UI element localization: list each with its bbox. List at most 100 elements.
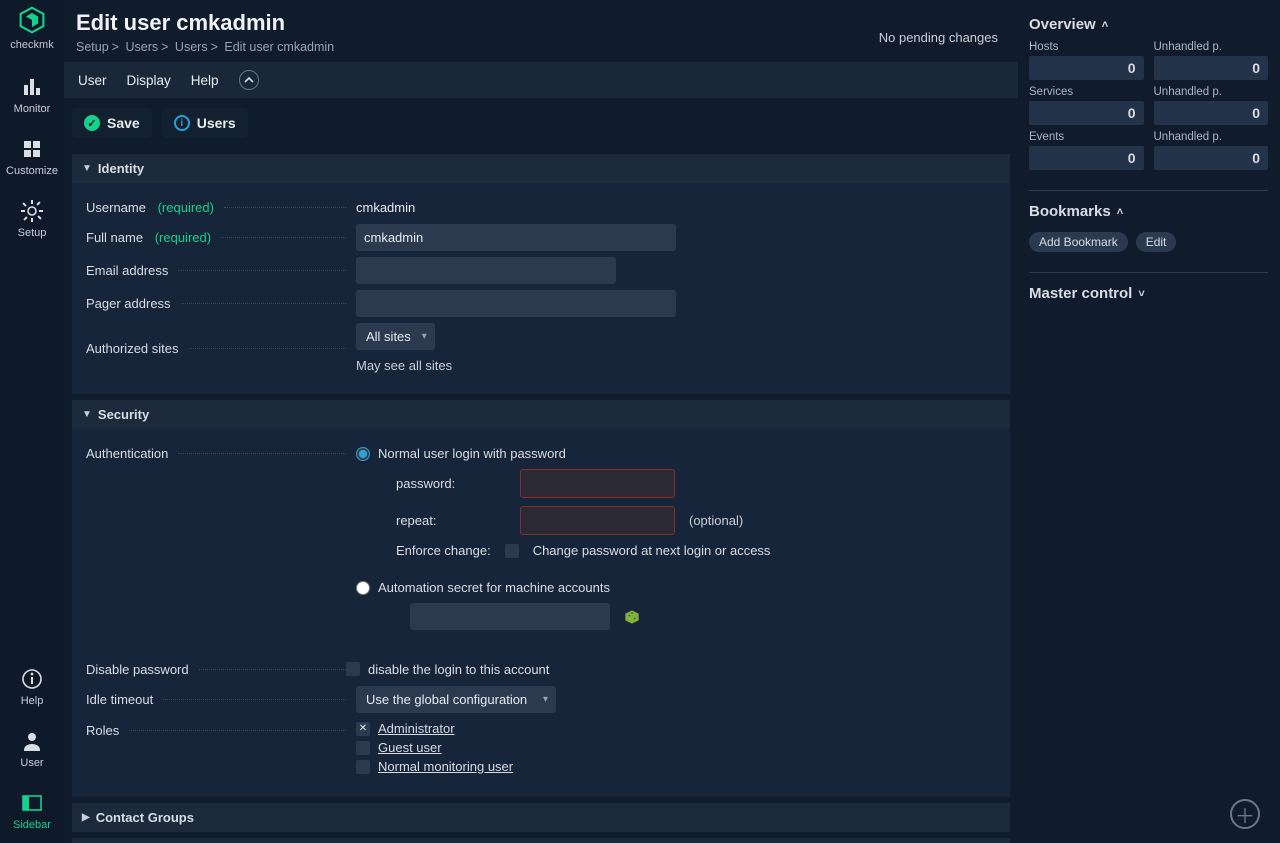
sidebar-item-monitor[interactable]: Monitor	[0, 65, 64, 127]
role-checkbox[interactable]	[356, 741, 370, 755]
overview-cell-label: Events	[1029, 131, 1144, 143]
overview-cell-value: 0	[1154, 146, 1269, 170]
save-button[interactable]: ✓ Save	[72, 108, 152, 138]
sidebar-item-setup[interactable]: Setup	[0, 189, 64, 251]
breadcrumb-item[interactable]: Users	[125, 40, 158, 54]
idle-timeout-label: Idle timeout	[86, 692, 153, 707]
role-link[interactable]: Normal monitoring user	[378, 759, 513, 774]
password-repeat-input[interactable]	[520, 506, 675, 535]
add-snapin-button[interactable]: ＋	[1230, 799, 1260, 829]
authsites-select[interactable]: All sites	[356, 323, 435, 350]
section-security-header[interactable]: ▼ Security	[72, 400, 1010, 429]
brand-logo[interactable]: checkmk	[10, 6, 53, 51]
overview-cell-value: 0	[1154, 56, 1269, 80]
role-row: Administrator	[356, 719, 996, 738]
sidebar-item-customize[interactable]: Customize	[0, 127, 64, 189]
email-label: Email address	[86, 263, 168, 278]
auth-automation-radio-input[interactable]	[356, 581, 370, 595]
overview-cell-value: 0	[1029, 56, 1144, 80]
auth-normal-radio[interactable]: Normal user login with password	[356, 442, 996, 465]
overview-cell-value: 0	[1029, 146, 1144, 170]
bookmarks-snapin-title[interactable]: Bookmarks ˄	[1029, 203, 1268, 220]
edit-bookmarks-button[interactable]: Edit	[1136, 232, 1177, 252]
role-link[interactable]: Administrator	[378, 721, 455, 736]
dice-icon[interactable]	[624, 609, 640, 625]
main-content: Edit user cmkadmin Setup> Users> Users> …	[64, 0, 1018, 843]
pager-input[interactable]	[356, 290, 676, 317]
sidebar-item-sidebar[interactable]: Sidebar	[0, 781, 64, 843]
section-collapsed-header[interactable]: ▶ Notifications	[72, 838, 1010, 843]
section-title: Identity	[98, 161, 144, 176]
overview-cell-label: Hosts	[1029, 41, 1144, 53]
chevron-up-icon: ˄	[1102, 19, 1108, 31]
master-control-snapin-title[interactable]: Master control ˅	[1029, 285, 1268, 302]
auth-normal-label: Normal user login with password	[378, 446, 566, 461]
title-bar: Edit user cmkadmin Setup> Users> Users> …	[64, 0, 1018, 62]
overview-cell[interactable]: Unhandled p. 0	[1154, 86, 1269, 125]
sidebar-item-label: User	[0, 757, 64, 769]
check-icon: ✓	[84, 115, 100, 131]
enforce-change-label: Change password at next login or access	[533, 543, 771, 558]
overview-snapin-title[interactable]: Overview ˄	[1029, 16, 1268, 33]
auth-automation-radio[interactable]: Automation secret for machine accounts	[356, 576, 996, 599]
automation-secret-input[interactable]	[410, 603, 610, 630]
disable-password-checkbox[interactable]	[346, 662, 360, 676]
required-tag: (required)	[158, 200, 214, 215]
enforce-label: Enforce change:	[396, 543, 491, 558]
overview-cell[interactable]: Unhandled p. 0	[1154, 131, 1269, 170]
idle-timeout-select[interactable]: Use the global configuration	[356, 686, 556, 713]
overview-cell[interactable]: Unhandled p. 0	[1154, 41, 1269, 80]
chevron-up-icon: ˄	[1117, 206, 1123, 218]
breadcrumb-item[interactable]: Setup	[76, 40, 109, 54]
auth-normal-radio-input[interactable]	[356, 447, 370, 461]
users-button[interactable]: Users	[162, 108, 248, 138]
repeat-hint: (optional)	[689, 513, 743, 528]
sidebar-item-help[interactable]: Help	[0, 657, 64, 719]
collapse-menu-button[interactable]	[239, 70, 259, 90]
overview-grid: Hosts 0Unhandled p. 0Services 0Unhandled…	[1029, 41, 1268, 170]
role-checkbox[interactable]	[356, 722, 370, 736]
menu-user[interactable]: User	[78, 73, 107, 88]
bar-chart-icon	[20, 75, 44, 99]
authsites-label: Authorized sites	[86, 341, 179, 356]
menu-help[interactable]: Help	[191, 73, 219, 88]
breadcrumb-item: Edit user cmkadmin	[224, 40, 334, 54]
menu-display[interactable]: Display	[127, 73, 171, 88]
users-button-label: Users	[197, 115, 236, 131]
pending-changes-status[interactable]: No pending changes	[879, 10, 998, 45]
overview-cell[interactable]: Events 0	[1029, 131, 1144, 170]
brand-label: checkmk	[10, 39, 53, 51]
chevron-up-icon	[244, 75, 254, 85]
email-input[interactable]	[356, 257, 616, 284]
page-title: Edit user cmkadmin	[76, 10, 334, 36]
auth-automation-label: Automation secret for machine accounts	[378, 580, 610, 595]
role-link[interactable]: Guest user	[378, 740, 442, 755]
section-title: Contact Groups	[96, 810, 194, 825]
action-bar: ✓ Save Users	[64, 98, 1018, 148]
triangle-right-icon: ▶	[82, 812, 90, 823]
sidebar-item-user[interactable]: User	[0, 719, 64, 781]
grid-icon	[20, 137, 44, 161]
required-tag: (required)	[155, 230, 211, 245]
section-collapsed-header[interactable]: ▶ Contact Groups	[72, 803, 1010, 832]
fullname-input[interactable]	[356, 224, 676, 251]
role-checkbox[interactable]	[356, 760, 370, 774]
user-icon	[20, 729, 44, 753]
add-bookmark-button[interactable]: Add Bookmark	[1029, 232, 1128, 252]
info-icon	[174, 115, 190, 131]
overview-cell[interactable]: Services 0	[1029, 86, 1144, 125]
enforce-change-checkbox[interactable]	[505, 544, 519, 558]
role-row: Normal monitoring user	[356, 757, 996, 776]
fullname-label: Full name	[86, 230, 143, 245]
password-input[interactable]	[520, 469, 675, 498]
sidebar-item-label: Setup	[0, 227, 64, 239]
overview-cell[interactable]: Hosts 0	[1029, 41, 1144, 80]
breadcrumb-item[interactable]: Users	[175, 40, 208, 54]
section-identity-header[interactable]: ▼ Identity	[72, 154, 1010, 183]
left-sidebar: checkmk Monitor Customize Setup Help	[0, 0, 64, 843]
save-button-label: Save	[107, 115, 140, 131]
section-identity-body: Username (required) cmkadmin Full name (…	[72, 183, 1010, 394]
sidebar-icon	[20, 791, 44, 815]
section-security-body: Authentication Normal user login with pa…	[72, 429, 1010, 797]
sidebar-item-label: Help	[0, 695, 64, 707]
